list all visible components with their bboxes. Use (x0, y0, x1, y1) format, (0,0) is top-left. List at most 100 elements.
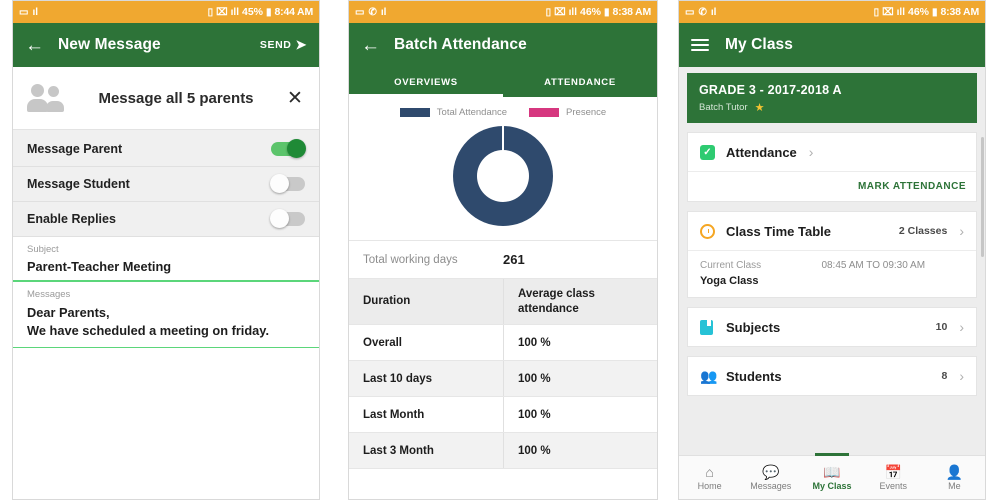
enable-replies-switch[interactable] (270, 209, 305, 228)
subject-field[interactable]: Subject Parent-Teacher Meeting (13, 237, 319, 280)
students-title: Students (726, 368, 782, 384)
app-bar: ← New Message SEND ➤ (13, 23, 319, 67)
back-arrow-icon[interactable]: ← (361, 36, 380, 55)
toggle-row-enable-replies[interactable]: Enable Replies (13, 202, 319, 237)
nav-item-my-class[interactable]: 📖 My Class (801, 453, 862, 499)
send-label: SEND (259, 39, 292, 51)
wifi-icon: ⌧ (554, 6, 566, 18)
close-icon[interactable]: ✕ (285, 87, 305, 110)
chevron-right-icon: › (959, 368, 964, 384)
signal-icon: ıll (568, 6, 577, 18)
subjects-row[interactable]: Subjects 10 › (688, 308, 976, 346)
students-row[interactable]: 👥 Students 8 › (688, 357, 976, 395)
clock-time: 8:38 AM (612, 6, 652, 18)
toggle-label: Enable Replies (27, 212, 116, 226)
toggle-row-message-parent[interactable]: Message Parent (13, 132, 319, 167)
calendar-icon: 📅 (884, 463, 902, 480)
send-arrow-icon: ➤ (295, 37, 307, 52)
subjects-card[interactable]: Subjects 10 › (687, 307, 977, 347)
nav-item-messages[interactable]: 💬 Messages (740, 456, 801, 499)
message-parent-switch[interactable] (271, 139, 306, 158)
table-row: Last 10 days 100 % (349, 361, 657, 397)
class-time-table-card: Class Time Table 2 Classes › Current Cla… (687, 211, 977, 298)
students-card[interactable]: 👥 Students 8 › (687, 356, 977, 396)
back-arrow-icon[interactable]: ← (25, 36, 44, 55)
legend-label: Total Attendance (436, 107, 508, 118)
nav-label: Events (879, 480, 907, 491)
nav-label: My Class (812, 480, 852, 491)
nav-item-home[interactable]: ⌂ Home (679, 456, 740, 499)
mark-attendance-button[interactable]: MARK ATTENDANCE (688, 172, 976, 201)
app-bar: ← Batch Attendance (349, 23, 657, 67)
cell-average: 100 % (503, 433, 657, 468)
signal-alt-icon: ıl (380, 6, 387, 18)
phone-screen-my-class: ▭ ✆ ıl ▯ ⌧ ıll 46% ▮ 8:38 AM My Class GR… (678, 0, 986, 500)
wifi-icon: ⌧ (882, 6, 894, 18)
messages-label: Messages (27, 288, 71, 300)
cell-duration: Last 3 Month (363, 444, 434, 457)
subjects-count: 10 (935, 321, 948, 333)
phone-screen-new-message: ▭ ıl ▯ ⌧ ıll 45% ▮ 8:44 AM ← New Message… (12, 0, 320, 500)
scrollbar[interactable] (981, 137, 984, 257)
attendance-row[interactable]: ✓ Attendance › (688, 133, 976, 171)
book-open-icon: 📖 (823, 463, 841, 480)
signal-alt-icon: ıl (32, 6, 39, 18)
chevron-right-icon: › (808, 144, 814, 160)
checkbox-icon: ✓ (700, 144, 722, 160)
nav-label: Me (948, 480, 961, 491)
column-header-duration: Duration (363, 295, 411, 308)
table-row: Last Month 100 % (349, 397, 657, 433)
subject-input[interactable]: Parent-Teacher Meeting (27, 259, 305, 280)
status-bar: ▭ ıl ▯ ⌧ ıll 45% ▮ 8:44 AM (13, 1, 319, 23)
legend-swatch (529, 108, 560, 117)
donut-graphic (453, 126, 553, 226)
tab-attendance[interactable]: ATTENDANCE (503, 67, 657, 97)
chat-icon: 💬 (762, 463, 780, 480)
table-header-row: Duration Average class attendance (349, 279, 657, 325)
signal-alt-icon: ıl (710, 6, 717, 18)
page-title: New Message (58, 36, 161, 53)
signal-icon: ıll (230, 6, 239, 18)
nav-item-me[interactable]: 👤 Me (924, 456, 985, 499)
subject-label: Subject (27, 244, 59, 255)
battery-icon: ▮ (932, 6, 938, 18)
message-student-switch[interactable] (270, 174, 305, 193)
nav-item-events[interactable]: 📅 Events (863, 456, 924, 499)
table-row: Last 3 Month 100 % (349, 433, 657, 469)
signal-icon: ıll (896, 6, 905, 18)
students-count: 8 (941, 370, 948, 382)
message-line-1: Dear Parents, (27, 304, 110, 320)
toggle-label: Message Student (27, 177, 130, 191)
batch-tutor-label: Batch Tutor (699, 102, 748, 113)
cell-duration: Last Month (363, 408, 425, 421)
book-icon (700, 319, 722, 335)
person-icon: 👤 (945, 463, 964, 480)
messages-underline (13, 346, 319, 349)
tab-overviews[interactable]: OVERVIEWS (349, 67, 503, 97)
vibrate-icon: ▯ (545, 6, 552, 18)
tab-label: ATTENDANCE (544, 76, 616, 88)
nav-label: Home (697, 480, 722, 491)
clock-time: 8:38 AM (940, 6, 980, 18)
toggle-row-message-student[interactable]: Message Student (13, 167, 319, 202)
legend-label: Presence (566, 107, 607, 118)
phone-icon: ✆ (368, 6, 377, 18)
time-table-title: Class Time Table (726, 223, 832, 239)
students-icon: 👥 (700, 368, 718, 384)
sim-icon: ▭ (355, 6, 365, 18)
class-subtitle-row: Batch Tutor ★ (699, 101, 965, 114)
nav-label: Messages (750, 480, 792, 491)
sim-icon: ▭ (19, 6, 29, 18)
app-bar: My Class (679, 23, 985, 67)
cell-average: 100 % (503, 325, 657, 360)
cell-duration: Last 10 days (363, 372, 433, 385)
class-banner[interactable]: GRADE 3 - 2017-2018 A Batch Tutor ★ (687, 73, 977, 123)
time-table-row[interactable]: Class Time Table 2 Classes › (688, 212, 976, 250)
toggle-group: Message Parent Message Student Enable Re… (13, 130, 319, 237)
message-body-input[interactable]: Dear Parents, We have scheduled a meetin… (27, 304, 305, 347)
messages-field[interactable]: Messages Dear Parents, We have scheduled… (13, 281, 319, 347)
hamburger-icon[interactable] (691, 39, 709, 51)
total-working-days-label: Total working days (363, 253, 458, 266)
send-button[interactable]: SEND ➤ (260, 37, 307, 53)
battery-percent: 45% (241, 6, 263, 18)
